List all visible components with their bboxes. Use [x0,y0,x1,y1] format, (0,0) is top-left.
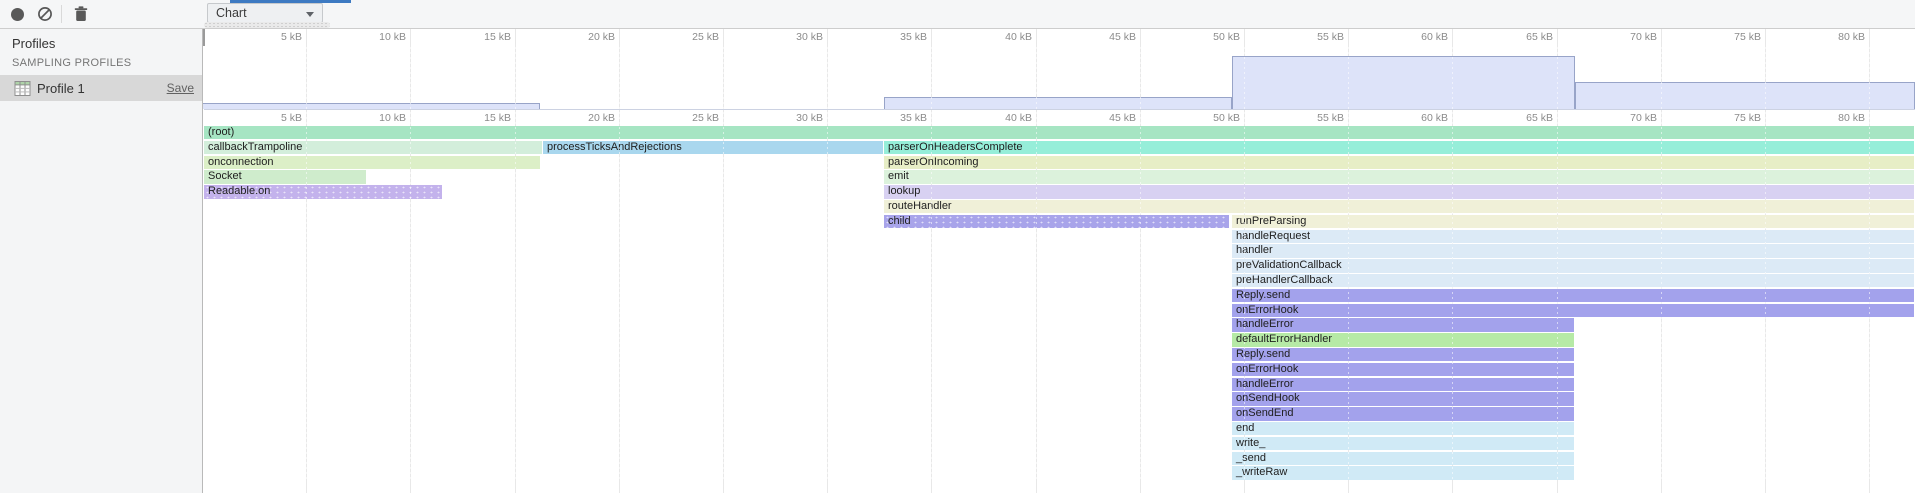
axis-tick-label: 35 kB [857,31,927,43]
flame-frame[interactable]: _writeRaw [1232,466,1574,479]
flame-frame[interactable]: write_ [1232,437,1574,450]
axis-tick-label: 75 kB [1691,112,1761,124]
flame-frame[interactable]: processTicksAndRejections [543,141,883,154]
axis-tick-label: 5 kB [232,31,302,43]
profile-table-icon [14,80,31,97]
axis-tick-label: 20 kB [545,31,615,43]
axis-tick-label: 10 kB [336,112,406,124]
flame-frame[interactable]: Readable.on [204,185,442,198]
flame-frame[interactable]: defaultErrorHandler [1232,333,1574,346]
chevron-down-icon [306,12,314,17]
axis-tick-label: 50 kB [1170,31,1240,43]
flame-frame[interactable]: handleRequest [1232,230,1914,243]
flame-frame[interactable]: parserOnHeadersComplete [884,141,1914,154]
axis-tick-label: 30 kB [753,112,823,124]
devtools-memory-panel: (root) callbackTrampolineprocessTicksAndR… [0,0,1915,493]
view-mode-value: Chart [216,6,247,20]
flame-frame[interactable]: Socket [204,170,366,183]
axis-tick-label: 70 kB [1587,31,1657,43]
overview-segment [1575,82,1915,109]
axis-tick-label: 25 kB [649,112,719,124]
axis-tick-label: 60 kB [1378,31,1448,43]
toolbar: Chart [0,0,1915,29]
axis-tick-label: 45 kB [1066,112,1136,124]
axis-tick-label: 10 kB [336,31,406,43]
view-mode-select[interactable]: Chart [207,3,323,23]
axis-tick-label: 70 kB [1587,112,1657,124]
grid-line [619,28,620,493]
delete-profile-button[interactable] [66,0,96,28]
axis-tick-label: 15 kB [441,31,511,43]
flame-frame[interactable]: handleError [1232,318,1574,331]
axis-tick-label: 75 kB [1691,31,1761,43]
axis-tick-label: 30 kB [753,31,823,43]
overview-segment [1232,56,1575,109]
flame-frame[interactable]: Reply.send [1232,289,1914,302]
flame-frame[interactable]: handleError [1232,378,1574,391]
flame-frame[interactable]: lookup [884,185,1914,198]
overview-segment [884,97,1232,109]
flame-frame[interactable]: handler [1232,244,1914,257]
axis-tick-label: 65 kB [1483,31,1553,43]
axis-tick-label: 15 kB [441,112,511,124]
record-icon [11,8,24,21]
grid-line [827,28,828,493]
axis-tick-label: 35 kB [857,112,927,124]
flame-frame[interactable]: runPreParsing [1232,215,1914,228]
save-profile-link[interactable]: Save [167,81,194,95]
chart-scroll-thumb[interactable] [204,22,330,28]
axis-origin-tick [203,28,205,46]
overview-baseline [204,109,1915,110]
axis-tick-label: 45 kB [1066,31,1136,43]
axis-tick-label: 55 kB [1274,31,1344,43]
profiles-sidebar: Profiles SAMPLING PROFILES Profile 1 Sav… [0,28,203,493]
flame-frame[interactable]: onSendEnd [1232,407,1574,420]
axis-tick-label: 80 kB [1795,31,1865,43]
flame-frame[interactable]: onSendHook [1232,392,1574,405]
axis-tick-label: 60 kB [1378,112,1448,124]
flame-frame[interactable]: preValidationCallback [1232,259,1914,272]
flame-frame[interactable]: onErrorHook [1232,304,1914,317]
flame-frame[interactable]: parserOnIncoming [884,156,1914,169]
axis-tick-label: 50 kB [1170,112,1240,124]
sampling-profiles-section-label: SAMPLING PROFILES [12,57,131,69]
axis-tick-label: 25 kB [649,31,719,43]
flame-frame[interactable]: callbackTrampoline [204,141,542,154]
axis-tick-label: 80 kB [1795,112,1865,124]
trash-icon [74,6,88,22]
panel-accent-line [230,0,351,3]
flame-frame[interactable]: _send [1232,452,1574,465]
axis-tick-label: 40 kB [962,112,1032,124]
grid-line [306,28,307,493]
flame-frame[interactable]: routeHandler [884,200,1914,213]
flame-frame[interactable]: onconnection [204,156,540,169]
flame-frame[interactable]: (root) [204,126,1914,139]
record-button[interactable] [2,0,32,28]
flame-frame[interactable]: emit [884,170,1914,183]
flame-frame[interactable]: onErrorHook [1232,363,1574,376]
grid-line [515,28,516,493]
sidebar-heading: Profiles [12,36,55,51]
axis-tick-label: 5 kB [232,112,302,124]
flame-frame[interactable]: preHandlerCallback [1232,274,1914,287]
axis-tick-label: 40 kB [962,31,1032,43]
toolbar-divider [61,5,62,23]
grid-line [410,28,411,493]
grid-line [723,28,724,493]
sidebar-item-profile-1[interactable]: Profile 1 Save [0,75,202,101]
clear-button[interactable] [30,0,60,28]
axis-tick-label: 20 kB [545,112,615,124]
profile-name: Profile 1 [37,81,85,96]
flame-frame[interactable]: child [884,215,1229,228]
axis-tick-label: 55 kB [1274,112,1344,124]
axis-tick-label: 65 kB [1483,112,1553,124]
flame-frame[interactable]: end [1232,422,1574,435]
flame-frame[interactable]: Reply.send [1232,348,1574,361]
clear-icon [37,6,53,22]
